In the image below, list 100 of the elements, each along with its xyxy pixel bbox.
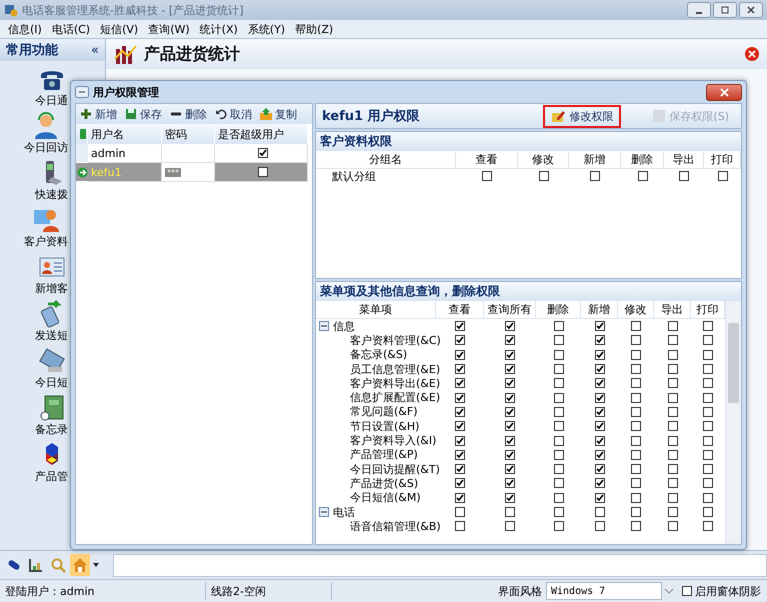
menu-item[interactable]: 电话(C)	[52, 22, 90, 36]
checkbox[interactable]	[505, 436, 515, 446]
sidebar-item[interactable]: 快速拨	[35, 187, 68, 202]
scrollbar[interactable]	[725, 301, 741, 544]
tree-item[interactable]: 产品管理(&P)	[350, 447, 418, 462]
checkbox[interactable]	[631, 364, 641, 374]
checkbox[interactable]	[554, 350, 564, 360]
sidebar-item[interactable]: 今日短	[35, 375, 68, 390]
checkbox[interactable]	[455, 378, 465, 388]
checkbox[interactable]	[594, 406, 604, 417]
checkbox[interactable]	[703, 321, 713, 332]
checkbox[interactable]	[668, 350, 678, 360]
tree-item[interactable]: 员工信息管理(&E)	[350, 362, 440, 377]
checkbox[interactable]	[554, 450, 564, 460]
table-cell[interactable]	[215, 163, 308, 182]
checkbox[interactable]	[594, 521, 604, 532]
checkbox[interactable]	[594, 421, 604, 432]
checkbox[interactable]	[505, 464, 515, 474]
menu-item[interactable]: 短信(V)	[100, 22, 138, 36]
menu-item[interactable]: 统计(X)	[200, 22, 238, 36]
checkbox[interactable]	[455, 450, 465, 460]
checkbox[interactable]	[554, 492, 564, 503]
tree-item[interactable]: 客户资料管理(&C)	[350, 332, 441, 348]
checkbox[interactable]	[455, 364, 465, 374]
checkbox[interactable]	[594, 507, 604, 517]
checkbox[interactable]	[631, 350, 641, 360]
checkbox[interactable]	[538, 171, 548, 182]
checkbox[interactable]	[703, 521, 713, 532]
row-indicator[interactable]	[76, 163, 88, 181]
checkbox[interactable]	[594, 492, 604, 503]
toolbar-button[interactable]: 取消	[215, 106, 252, 122]
checkbox[interactable]	[594, 450, 604, 460]
tree-item[interactable]: 信息扩展配置(&E)	[350, 390, 440, 406]
checkbox[interactable]	[554, 478, 564, 488]
tree-item[interactable]: 语音信箱管理(&B)	[350, 518, 441, 534]
checkbox[interactable]	[554, 392, 564, 403]
toolbar-button[interactable]: 新增	[80, 106, 117, 122]
checkbox[interactable]	[594, 364, 604, 374]
close-button[interactable]	[739, 2, 763, 18]
tree-item[interactable]: 节日设置(&H)	[350, 418, 420, 434]
checkbox[interactable]	[631, 406, 641, 417]
checkbox[interactable]	[505, 378, 515, 388]
checkbox[interactable]	[505, 350, 515, 360]
checkbox[interactable]	[703, 507, 713, 517]
close-button[interactable]	[706, 84, 742, 100]
checkbox[interactable]	[258, 148, 268, 158]
checkbox[interactable]	[590, 171, 600, 182]
checkbox[interactable]	[638, 171, 648, 182]
checkbox[interactable]	[554, 321, 564, 332]
menu-item[interactable]: 查询(W)	[148, 22, 190, 36]
collapse-icon[interactable]	[319, 321, 329, 332]
checkbox[interactable]	[631, 378, 641, 388]
tree-item[interactable]: 今日短信(&M)	[350, 490, 421, 506]
checkbox[interactable]	[594, 335, 604, 346]
checkbox[interactable]	[703, 392, 713, 403]
menu-item[interactable]: 帮助(Z)	[295, 22, 334, 36]
checkbox[interactable]	[594, 392, 604, 403]
tree-item[interactable]: 客户资料导出(&E)	[350, 376, 440, 391]
tree-item[interactable]: 信息	[333, 318, 355, 334]
checkbox[interactable]	[631, 392, 641, 403]
checkbox[interactable]	[679, 171, 689, 182]
checkbox[interactable]	[703, 406, 713, 417]
tree-item[interactable]: 电话	[333, 504, 355, 520]
sidebar-item[interactable]: 今日通	[35, 93, 68, 108]
collapse-toggle[interactable]: «	[91, 42, 99, 58]
checkbox[interactable]	[631, 436, 641, 446]
table-cell[interactable]: admin	[88, 144, 162, 163]
checkbox[interactable]	[505, 492, 515, 503]
checkbox[interactable]	[554, 378, 564, 388]
checkbox[interactable]	[668, 406, 678, 417]
checkbox[interactable]	[594, 436, 604, 446]
checkbox[interactable]	[631, 450, 641, 460]
checkbox[interactable]	[631, 478, 641, 488]
checkbox[interactable]	[668, 321, 678, 332]
checkbox[interactable]	[505, 335, 515, 346]
close-button[interactable]	[745, 47, 759, 61]
edit-permissions-button[interactable]: 修改权限	[543, 104, 622, 128]
toolbar-button[interactable]: 保存	[125, 106, 162, 122]
checkbox[interactable]	[594, 378, 604, 388]
sidebar-item[interactable]: 发送短	[35, 328, 68, 343]
tree-item[interactable]: 产品进货(&S)	[350, 476, 418, 491]
checkbox[interactable]	[703, 364, 713, 374]
checkbox[interactable]	[505, 521, 515, 532]
checkbox[interactable]	[455, 421, 465, 432]
checkbox[interactable]	[668, 378, 678, 388]
checkbox[interactable]	[455, 406, 465, 417]
checkbox[interactable]	[505, 392, 515, 403]
checkbox[interactable]	[594, 464, 604, 474]
checkbox[interactable]	[668, 450, 678, 460]
checkbox[interactable]	[505, 364, 515, 374]
checkbox[interactable]	[505, 450, 515, 460]
tree-item[interactable]: 常见问题(&F)	[350, 404, 418, 420]
checkbox[interactable]	[631, 321, 641, 332]
checkbox[interactable]	[668, 392, 678, 403]
sidebar-item[interactable]: 今日回访	[24, 140, 68, 155]
checkbox[interactable]	[482, 171, 492, 182]
checkbox[interactable]	[703, 450, 713, 460]
checkbox[interactable]	[703, 335, 713, 346]
checkbox[interactable]	[455, 521, 465, 532]
checkbox[interactable]	[505, 507, 515, 517]
